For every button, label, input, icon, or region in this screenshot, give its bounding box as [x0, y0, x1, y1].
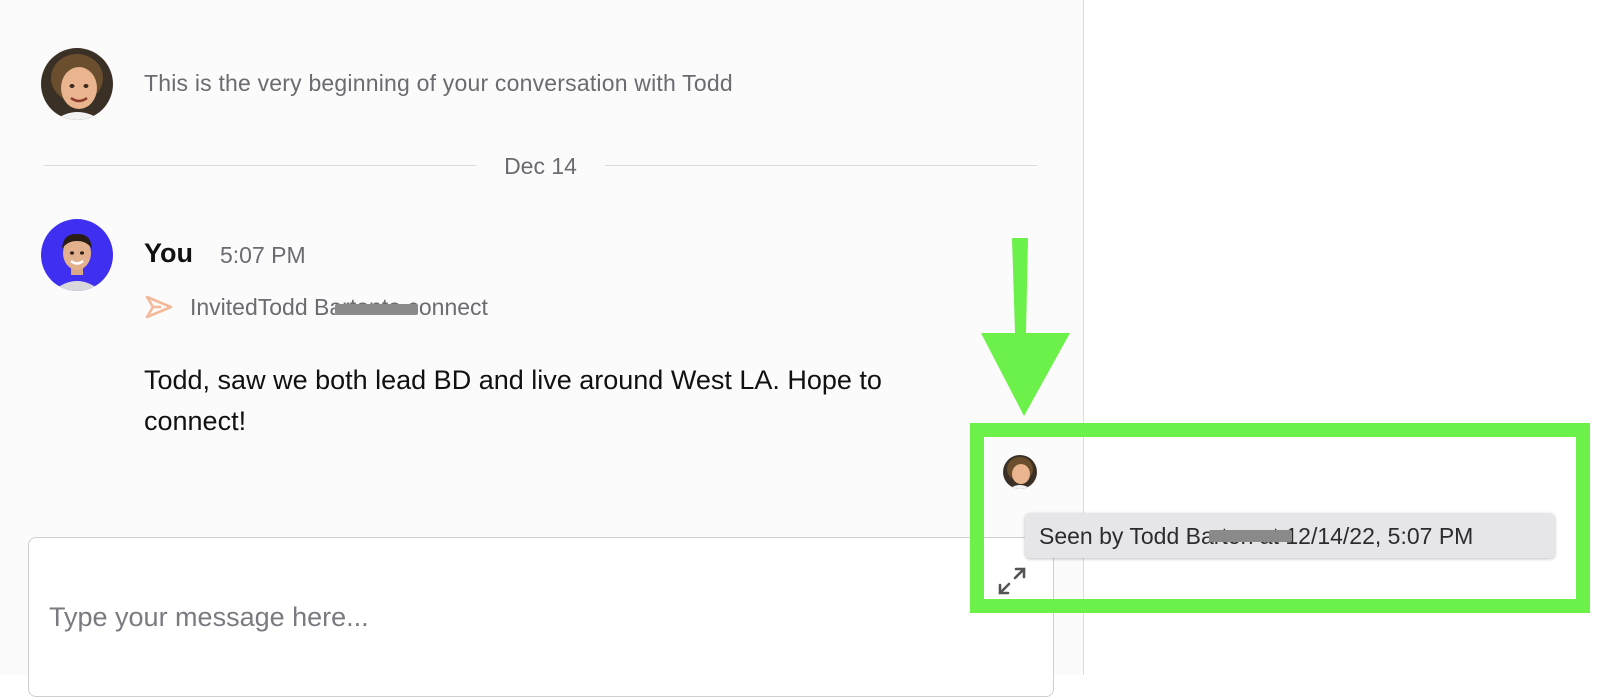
conversation-intro-text: This is the very beginning of your conve… — [144, 70, 733, 96]
invite-event: InvitedTodd Bartonto connect — [144, 292, 488, 322]
date-divider-line-right — [605, 165, 1037, 166]
message-body: Todd, saw we both lead BD and live aroun… — [144, 365, 882, 436]
redaction-bar — [335, 303, 418, 315]
message-timestamp: 5:07 PM — [220, 242, 306, 268]
contact-avatar[interactable] — [41, 48, 113, 120]
my-avatar[interactable] — [41, 219, 113, 291]
invite-text: InvitedTodd Bartonto connect — [190, 294, 488, 321]
message-sender-name: You — [144, 238, 193, 268]
chat-pane: This is the very beginning of your conve… — [0, 0, 1084, 697]
send-icon — [145, 295, 173, 319]
annotation-highlight-box — [970, 423, 1590, 613]
date-divider-label: Dec 14 — [504, 153, 577, 179]
date-divider-line-left — [44, 165, 476, 166]
message-input[interactable] — [28, 537, 1054, 697]
annotation-arrow-icon — [981, 238, 1070, 416]
